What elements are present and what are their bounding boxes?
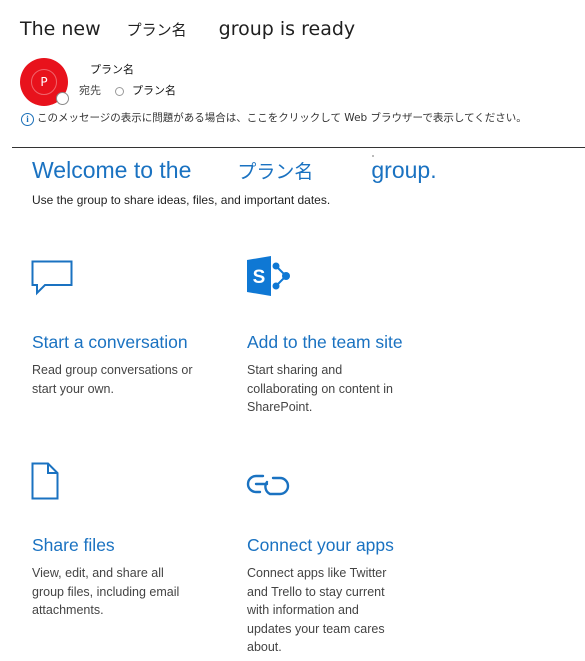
desc-line: Connect apps like Twitter bbox=[247, 566, 387, 580]
desc-line: start your own. bbox=[32, 381, 114, 396]
start-conversation-desc: Read group conversations or start your o… bbox=[32, 361, 193, 398]
desc-line: SharePoint. bbox=[247, 400, 313, 414]
link-icon[interactable] bbox=[246, 470, 290, 500]
desc-line: with information and bbox=[247, 603, 359, 617]
share-files-desc: View, edit, and share all group files, i… bbox=[32, 564, 179, 620]
header-divider bbox=[12, 147, 585, 148]
subject-prefix: The new bbox=[20, 18, 101, 40]
welcome-intro: Use the group to share ideas, files, and… bbox=[32, 193, 331, 207]
add-team-site-link[interactable]: Add to the team site bbox=[247, 332, 403, 353]
connect-apps-desc: Connect apps like Twitter and Trello to … bbox=[247, 564, 386, 657]
svg-text:S: S bbox=[253, 267, 266, 288]
info-bar[interactable]: i このメッセージの表示に問題がある場合は、ここをクリックして Web ブラウザー… bbox=[21, 110, 527, 126]
divider-dot bbox=[372, 155, 374, 157]
file-icon[interactable] bbox=[31, 462, 59, 500]
add-team-site-desc: Start sharing and collaborating on conte… bbox=[247, 361, 393, 417]
start-conversation-link[interactable]: Start a conversation bbox=[32, 332, 188, 353]
subject-suffix: group is ready bbox=[218, 18, 356, 40]
share-files-link[interactable]: Share files bbox=[32, 535, 115, 556]
info-notice-text[interactable]: このメッセージの表示に問題がある場合は、ここをクリックして Web ブラウザーで… bbox=[37, 112, 527, 124]
welcome-suffix: group. bbox=[371, 157, 437, 183]
desc-line: updates your team cares bbox=[247, 621, 385, 636]
desc-line: attachments. bbox=[32, 603, 104, 617]
desc-line: and Trello to stay current bbox=[247, 584, 385, 599]
desc-line: collaborating on content in bbox=[247, 381, 393, 396]
recipient-presence-icon bbox=[115, 86, 124, 96]
desc-line: about. bbox=[247, 640, 282, 654]
info-icon: i bbox=[21, 113, 34, 126]
recipient-name[interactable]: プラン名 bbox=[132, 84, 176, 97]
connect-apps-link[interactable]: Connect your apps bbox=[247, 535, 394, 556]
avatar-initial: P bbox=[31, 69, 57, 95]
sharepoint-icon[interactable]: S bbox=[246, 255, 292, 297]
desc-line: Start sharing and bbox=[247, 363, 343, 377]
sender-name[interactable]: プラン名 bbox=[90, 61, 134, 77]
desc-line: View, edit, and share all bbox=[32, 566, 164, 580]
chat-bubble-icon[interactable] bbox=[31, 260, 73, 296]
welcome-heading: Welcome to the プラン名 group. bbox=[32, 157, 437, 184]
desc-line: group files, including email bbox=[32, 584, 180, 599]
recipient-row: 宛先 プラン名 bbox=[79, 82, 176, 98]
to-label: 宛先 bbox=[79, 84, 101, 97]
presence-status-icon bbox=[56, 92, 69, 105]
welcome-plan-name: プラン名 bbox=[237, 162, 314, 183]
desc-line: Read group conversations or bbox=[32, 363, 193, 377]
welcome-prefix: Welcome to the bbox=[32, 157, 192, 183]
subject-plan-name: プラン名 bbox=[126, 21, 187, 39]
email-subject: The new プラン名 group is ready bbox=[20, 18, 355, 40]
